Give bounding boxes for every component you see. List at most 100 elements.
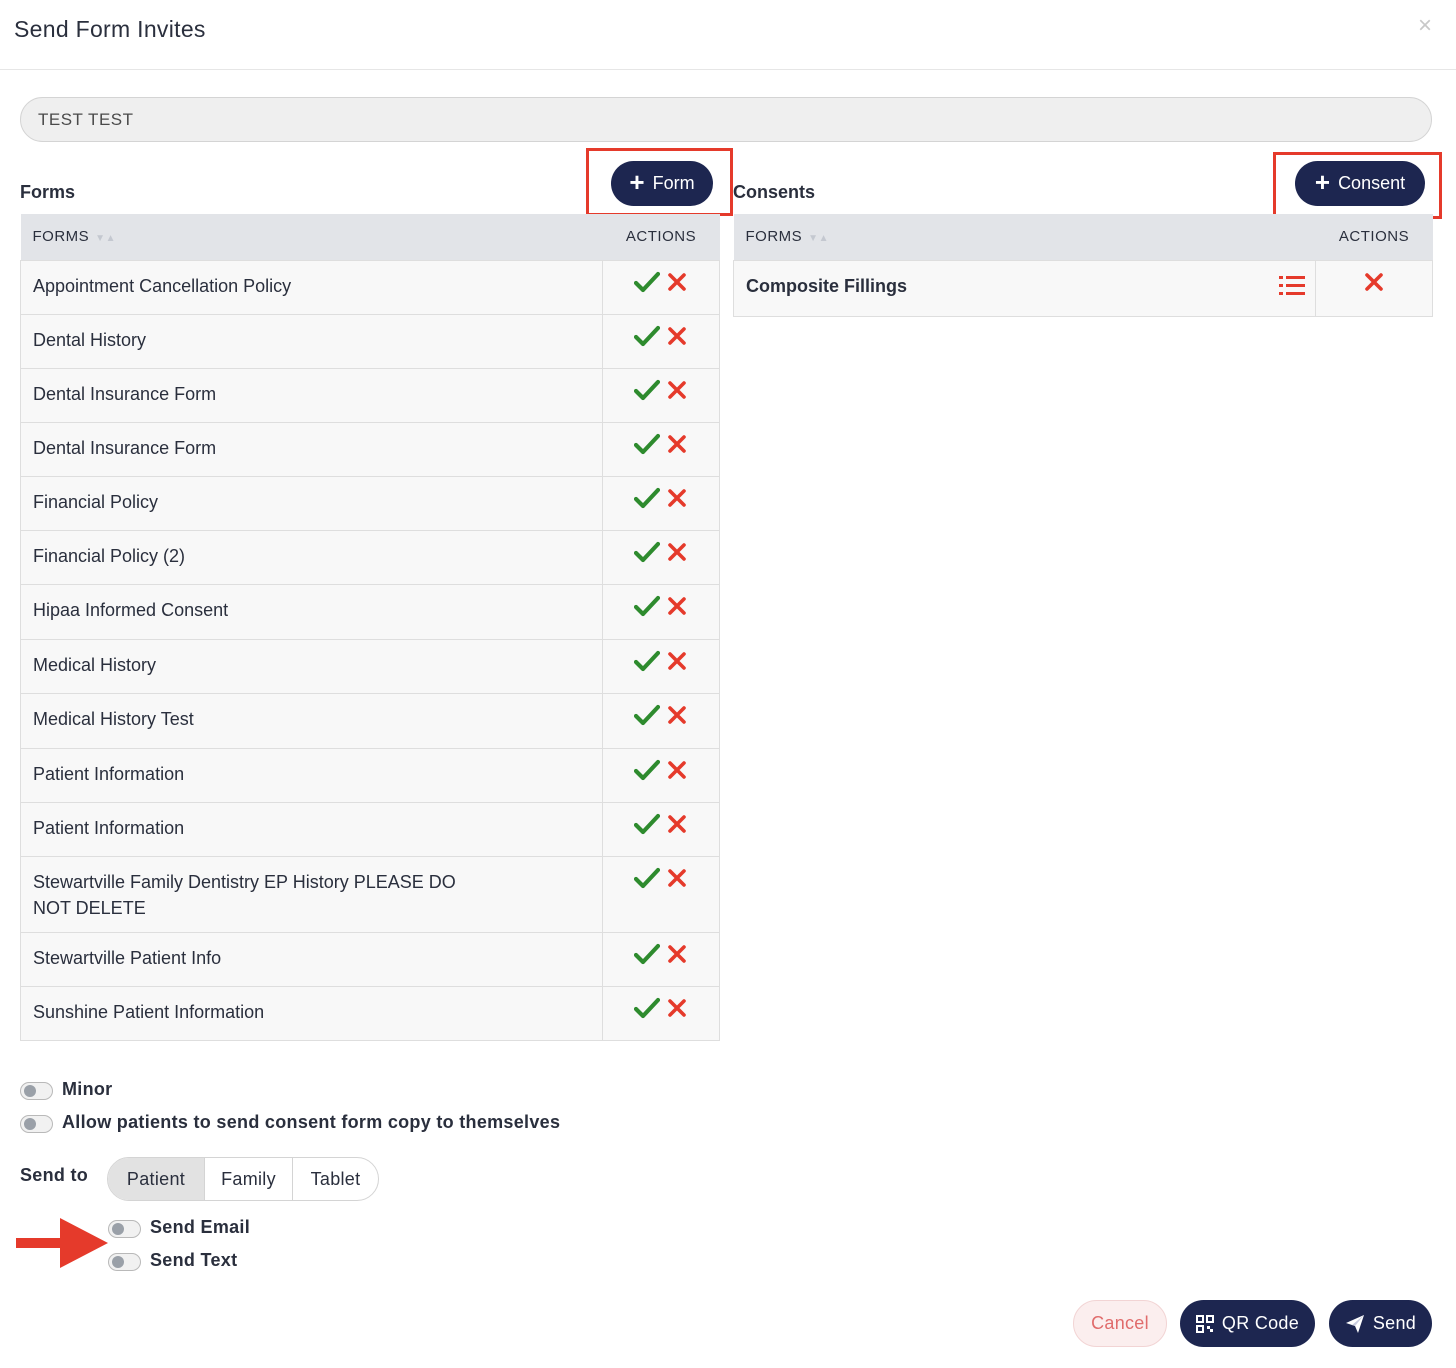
check-icon[interactable] <box>634 485 660 511</box>
x-icon[interactable] <box>666 757 688 783</box>
x-icon[interactable] <box>666 377 688 403</box>
send-text-toggle[interactable] <box>108 1253 141 1271</box>
plus-icon: + <box>1314 167 1331 197</box>
check-icon[interactable] <box>634 431 660 457</box>
form-actions-cell <box>602 855 720 933</box>
check-icon[interactable] <box>634 865 660 891</box>
form-actions-cell <box>602 259 720 315</box>
paper-plane-icon <box>1345 1314 1364 1333</box>
consent-name-cell: Composite Fillings <box>733 259 1316 317</box>
x-icon[interactable] <box>666 702 688 728</box>
consents-table-body: Composite Fillings <box>733 259 1433 317</box>
send-button[interactable]: Send <box>1329 1300 1432 1347</box>
x-icon[interactable] <box>666 865 688 891</box>
form-name-cell: Financial Policy <box>20 475 603 531</box>
plus-icon: + <box>629 167 645 197</box>
qr-code-button[interactable]: QR Code <box>1180 1300 1315 1347</box>
sort-icon: ▼▲ <box>95 233 116 245</box>
x-icon[interactable] <box>666 431 688 457</box>
send-email-toggle[interactable] <box>108 1220 141 1238</box>
forms-table: FORMS ▼▲ ACTIONS Appointment Cancellation… <box>20 214 720 1041</box>
form-name-cell: Medical History Test <box>20 692 603 749</box>
check-icon[interactable] <box>634 593 660 619</box>
form-name-cell: Patient Information <box>20 747 603 803</box>
form-name-cell: Dental Insurance Form <box>20 367 603 423</box>
tab-tablet[interactable]: Tablet <box>292 1158 378 1200</box>
form-name-cell: Dental History <box>20 313 603 369</box>
add-form-label: Form <box>652 173 695 193</box>
consent-name: Composite Fillings <box>746 275 908 296</box>
tab-family[interactable]: Family <box>204 1158 292 1200</box>
check-icon[interactable] <box>634 269 660 295</box>
add-consent-button[interactable]: + Consent <box>1295 161 1425 206</box>
table-row: Patient Information <box>20 747 720 803</box>
check-icon[interactable] <box>634 995 660 1021</box>
form-actions-cell <box>602 931 720 987</box>
forms-column-header[interactable]: FORMS ▼▲ <box>20 214 603 260</box>
check-icon[interactable] <box>634 648 660 674</box>
x-icon[interactable] <box>666 323 688 349</box>
table-row: Hipaa Informed Consent <box>20 583 720 640</box>
check-icon[interactable] <box>634 539 660 565</box>
tab-patient[interactable]: Patient <box>108 1158 204 1200</box>
add-consent-label: Consent <box>1338 173 1406 193</box>
cancel-label: Cancel <box>1091 1313 1149 1333</box>
consents-section-label: Consents <box>733 182 816 202</box>
x-icon[interactable] <box>666 811 688 837</box>
allow-copy-label: Allow patients to send consent form copy… <box>62 1112 561 1132</box>
check-icon[interactable] <box>634 811 660 837</box>
x-icon[interactable] <box>1363 269 1385 295</box>
table-row: Dental Insurance Form <box>20 367 720 423</box>
table-row: Stewartville Family Dentistry EP History… <box>20 855 720 933</box>
arrow-right-icon <box>16 1218 108 1268</box>
list-icon[interactable] <box>1279 275 1305 297</box>
check-icon[interactable] <box>634 377 660 403</box>
add-form-button[interactable]: + Form <box>611 161 713 206</box>
x-icon[interactable] <box>666 593 688 619</box>
form-name-cell: Medical History <box>20 638 603 694</box>
table-row: Financial Policy (2) <box>20 529 720 585</box>
form-name-cell: Dental Insurance Form <box>20 421 603 477</box>
allow-copy-toggle[interactable] <box>20 1115 53 1133</box>
consent-actions-column-header: ACTIONS <box>1315 214 1433 260</box>
check-icon[interactable] <box>634 757 660 783</box>
check-icon[interactable] <box>634 323 660 349</box>
table-row: Dental Insurance Form <box>20 421 720 477</box>
x-icon[interactable] <box>666 485 688 511</box>
form-name-cell: Sunshine Patient Information <box>20 985 603 1041</box>
check-icon[interactable] <box>634 702 660 728</box>
x-icon[interactable] <box>666 539 688 565</box>
cancel-button[interactable]: Cancel <box>1073 1300 1167 1347</box>
form-name-cell: Appointment Cancellation Policy <box>20 259 603 315</box>
send-label: Send <box>1372 1313 1417 1333</box>
x-icon[interactable] <box>666 648 688 674</box>
table-row: Medical History <box>20 638 720 694</box>
check-icon[interactable] <box>634 941 660 967</box>
actions-column-header: ACTIONS <box>602 214 720 260</box>
patient-select[interactable]: TEST TEST <box>20 97 1432 142</box>
qr-code-icon <box>1195 1314 1214 1333</box>
form-actions-cell <box>602 583 720 640</box>
consent-forms-column-header[interactable]: FORMS ▼▲ <box>733 214 1316 260</box>
form-actions-cell <box>602 529 720 585</box>
form-actions-cell <box>602 747 720 803</box>
form-name-cell: Stewartville Patient Info <box>20 931 603 987</box>
send-to-label: Send to <box>20 1165 89 1185</box>
minor-toggle[interactable] <box>20 1082 53 1100</box>
form-name-cell: Financial Policy (2) <box>20 529 603 585</box>
x-icon[interactable] <box>666 269 688 295</box>
qr-code-label: QR Code <box>1221 1313 1300 1333</box>
x-icon[interactable] <box>666 941 688 967</box>
form-name-cell: Patient Information <box>20 801 603 857</box>
close-icon[interactable]: × <box>1418 12 1432 40</box>
x-icon[interactable] <box>666 995 688 1021</box>
send-to-segmented-control: Patient Family Tablet <box>107 1157 379 1201</box>
sort-icon: ▼▲ <box>808 233 829 245</box>
form-actions-cell <box>602 692 720 749</box>
send-email-label: Send Email <box>150 1217 251 1237</box>
forms-table-body: Appointment Cancellation Policy Dental Hi… <box>20 259 720 1041</box>
table-row: Patient Information <box>20 801 720 857</box>
consents-table: FORMS ▼▲ ACTIONS Composite Fillings <box>733 214 1433 317</box>
form-actions-cell <box>602 367 720 423</box>
form-actions-cell <box>602 313 720 369</box>
